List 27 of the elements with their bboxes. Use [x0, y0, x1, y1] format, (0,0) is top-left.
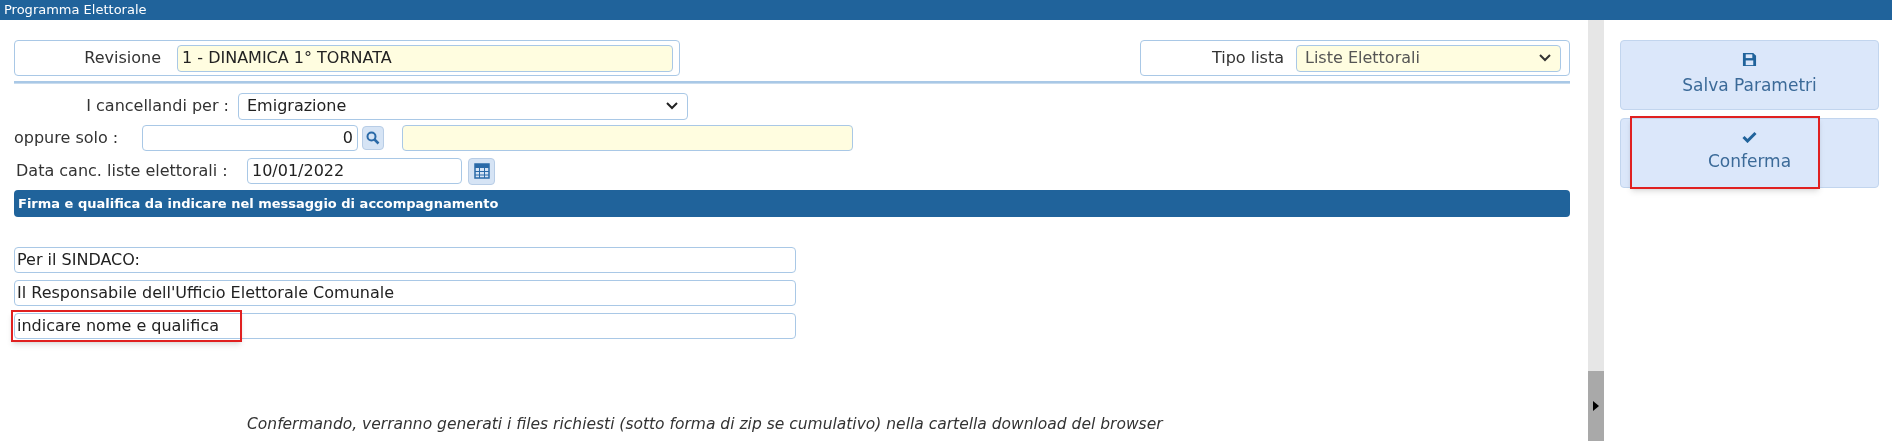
- save-button[interactable]: Salva Parametri: [1620, 40, 1879, 110]
- expand-arrow-icon: [1592, 400, 1600, 412]
- calendar-icon: [473, 163, 490, 179]
- calendar-button[interactable]: [468, 157, 495, 185]
- date-field[interactable]: 10/01/2022: [247, 158, 462, 184]
- chevron-down-icon: [665, 101, 679, 111]
- field-label: Tipo lista: [1211, 47, 1285, 69]
- chevron-down-icon: [1538, 53, 1552, 63]
- confirm-button[interactable]: Conferma: [1620, 118, 1879, 188]
- search-button[interactable]: [362, 126, 384, 150]
- section-header: Firma e qualifica da indicare nel messaggio di accompagnamento: [14, 190, 1570, 217]
- text-field[interactable]: Per il SINDACO:: [14, 247, 796, 273]
- field-label: Data canc. liste elettorali :: [15, 160, 229, 182]
- field-label: oppure solo :: [13, 127, 120, 149]
- number-field[interactable]: 0: [142, 125, 358, 151]
- checkmark-icon: [1742, 131, 1757, 144]
- window-title: Programma Elettorale: [4, 1, 147, 20]
- info-note: Confermando, verranno generati i files richiesti (sotto forma di zip se cumulativo) nella cartella download del browser: [247, 414, 1163, 434]
- text-field[interactable]: Il Responsabile dell'Ufficio Elettorale Comunale: [14, 280, 796, 306]
- text-field[interactable]: indicare nome e qualifica: [14, 313, 796, 339]
- list-type-dropdown[interactable]: Liste Elettorali: [1296, 44, 1561, 72]
- description-field[interactable]: [402, 125, 853, 151]
- search-icon: [366, 131, 380, 145]
- field-label: I cancellandi per :: [85, 95, 230, 117]
- cancellation-reason-dropdown[interactable]: Emigrazione: [238, 92, 688, 120]
- field-label: Revisione: [83, 47, 162, 69]
- revision-field[interactable]: 1 - DINAMICA 1° TORNATA: [177, 44, 673, 72]
